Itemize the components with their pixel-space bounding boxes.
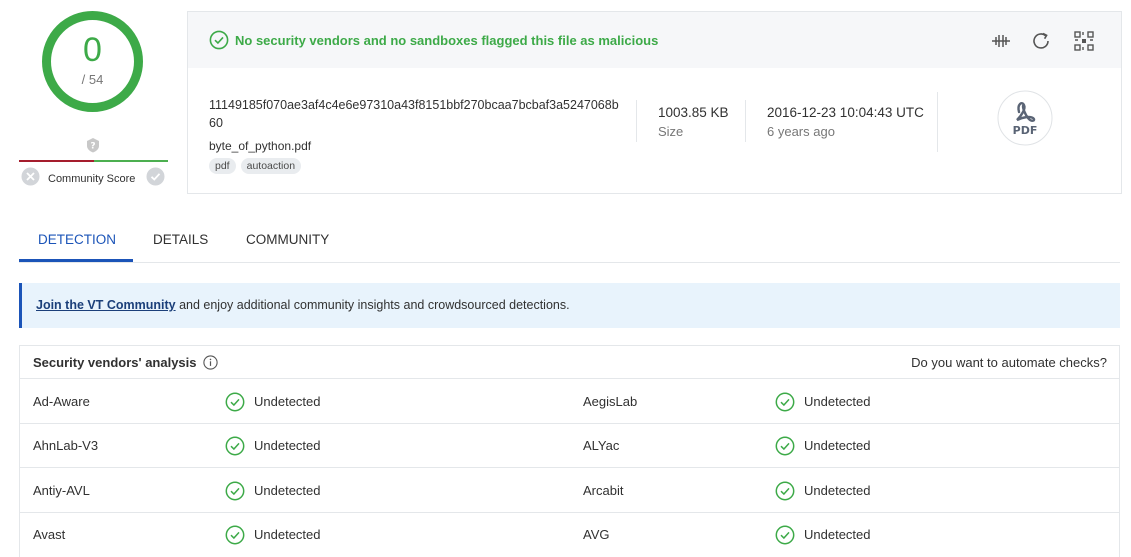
vendor-name: ALYac <box>583 438 620 453</box>
check-circle-icon[interactable] <box>146 167 165 186</box>
check-circle-icon <box>209 30 229 50</box>
tab-detection[interactable]: DETECTION <box>38 232 116 247</box>
banner-rest-text: and enjoy additional community insights … <box>175 298 570 312</box>
detection-result: Undetected <box>254 483 321 498</box>
table-row: Avast Undetected AVG Undetected <box>20 513 1119 557</box>
check-circle-icon <box>775 481 795 501</box>
tab-community[interactable]: COMMUNITY <box>246 232 329 247</box>
check-circle-icon <box>775 392 795 412</box>
detection-score-total: / 54 <box>81 72 104 87</box>
vendor-name: Arcabit <box>583 483 624 498</box>
tag[interactable]: pdf <box>209 158 236 174</box>
question-icon[interactable]: ? <box>85 137 101 153</box>
status-header: No security vendors and no sandboxes fla… <box>188 12 1121 68</box>
divider <box>636 100 637 142</box>
close-circle-icon[interactable] <box>21 167 40 186</box>
pdf-icon-text: PDF <box>1013 124 1038 137</box>
vendor-name: Ad-Aware <box>33 394 90 409</box>
file-info-card: No security vendors and no sandboxes fla… <box>187 11 1122 194</box>
reanalyze-icon[interactable] <box>1030 30 1052 52</box>
analysis-date-relative: 6 years ago <box>767 124 835 139</box>
check-circle-icon <box>775 525 795 545</box>
analysis-header: Security vendors' analysis Do you want t… <box>20 346 1119 379</box>
tab-bar: DETECTION DETAILS COMMUNITY <box>19 225 1120 263</box>
compare-icon[interactable] <box>990 30 1012 52</box>
divider <box>745 100 746 142</box>
analysis-title: Security vendors' analysis <box>33 355 197 370</box>
table-row: Ad-Aware Undetected AegisLab Undetected <box>20 380 1119 424</box>
table-row: AhnLab-V3 Undetected ALYac Undetected <box>20 424 1119 468</box>
check-circle-icon <box>225 436 245 456</box>
file-size-label: Size <box>658 124 684 139</box>
detection-result: Undetected <box>254 438 321 453</box>
info-icon[interactable] <box>203 355 218 370</box>
vendor-name: Antiy-AVL <box>33 483 90 498</box>
file-hash[interactable]: 11149185f070ae3af4c4e6e97310a43f8151bbf2… <box>209 96 619 132</box>
status-message: No security vendors and no sandboxes fla… <box>235 33 659 48</box>
divider <box>937 92 938 152</box>
svg-text:?: ? <box>90 142 95 152</box>
analysis-date-value: 2016-12-23 10:04:43 UTC <box>767 105 924 120</box>
tab-details[interactable]: DETAILS <box>153 232 208 247</box>
pdf-file-icon: PDF <box>997 90 1053 146</box>
check-circle-icon <box>225 481 245 501</box>
detection-score-value: 0 <box>83 31 102 69</box>
file-name: byte_of_python.pdf <box>209 139 312 153</box>
qr-icon[interactable] <box>1073 30 1095 52</box>
detection-result: Undetected <box>254 394 321 409</box>
detection-result: Undetected <box>254 527 321 542</box>
active-tab-indicator <box>19 259 133 262</box>
detection-result: Undetected <box>804 483 871 498</box>
community-score-label: Community Score <box>48 173 136 185</box>
join-community-link[interactable]: Join the VT Community <box>36 298 176 312</box>
tag[interactable]: autoaction <box>240 158 302 174</box>
file-tags: pdf autoaction <box>209 158 302 174</box>
detection-result: Undetected <box>804 394 871 409</box>
table-row: Antiy-AVL Undetected Arcabit Undetected <box>20 469 1119 513</box>
check-circle-icon <box>225 525 245 545</box>
check-circle-icon <box>225 392 245 412</box>
check-circle-icon <box>775 436 795 456</box>
community-banner: Join the VT Community and enjoy addition… <box>19 283 1120 328</box>
vendors-analysis-table: Security vendors' analysis Do you want t… <box>19 345 1120 557</box>
vendor-name: Avast <box>33 527 66 542</box>
detection-result: Undetected <box>804 438 871 453</box>
vendor-name: AhnLab-V3 <box>33 438 99 453</box>
automate-checks-link[interactable]: Do you want to automate checks? <box>911 355 1107 370</box>
community-score-bar <box>19 160 168 162</box>
banner-text: Join the VT Community and enjoy addition… <box>36 298 570 312</box>
detection-result: Undetected <box>804 527 871 542</box>
vendor-name: AVG <box>583 527 610 542</box>
file-size-value: 1003.85 KB <box>658 105 729 120</box>
vendor-name: AegisLab <box>583 394 638 409</box>
